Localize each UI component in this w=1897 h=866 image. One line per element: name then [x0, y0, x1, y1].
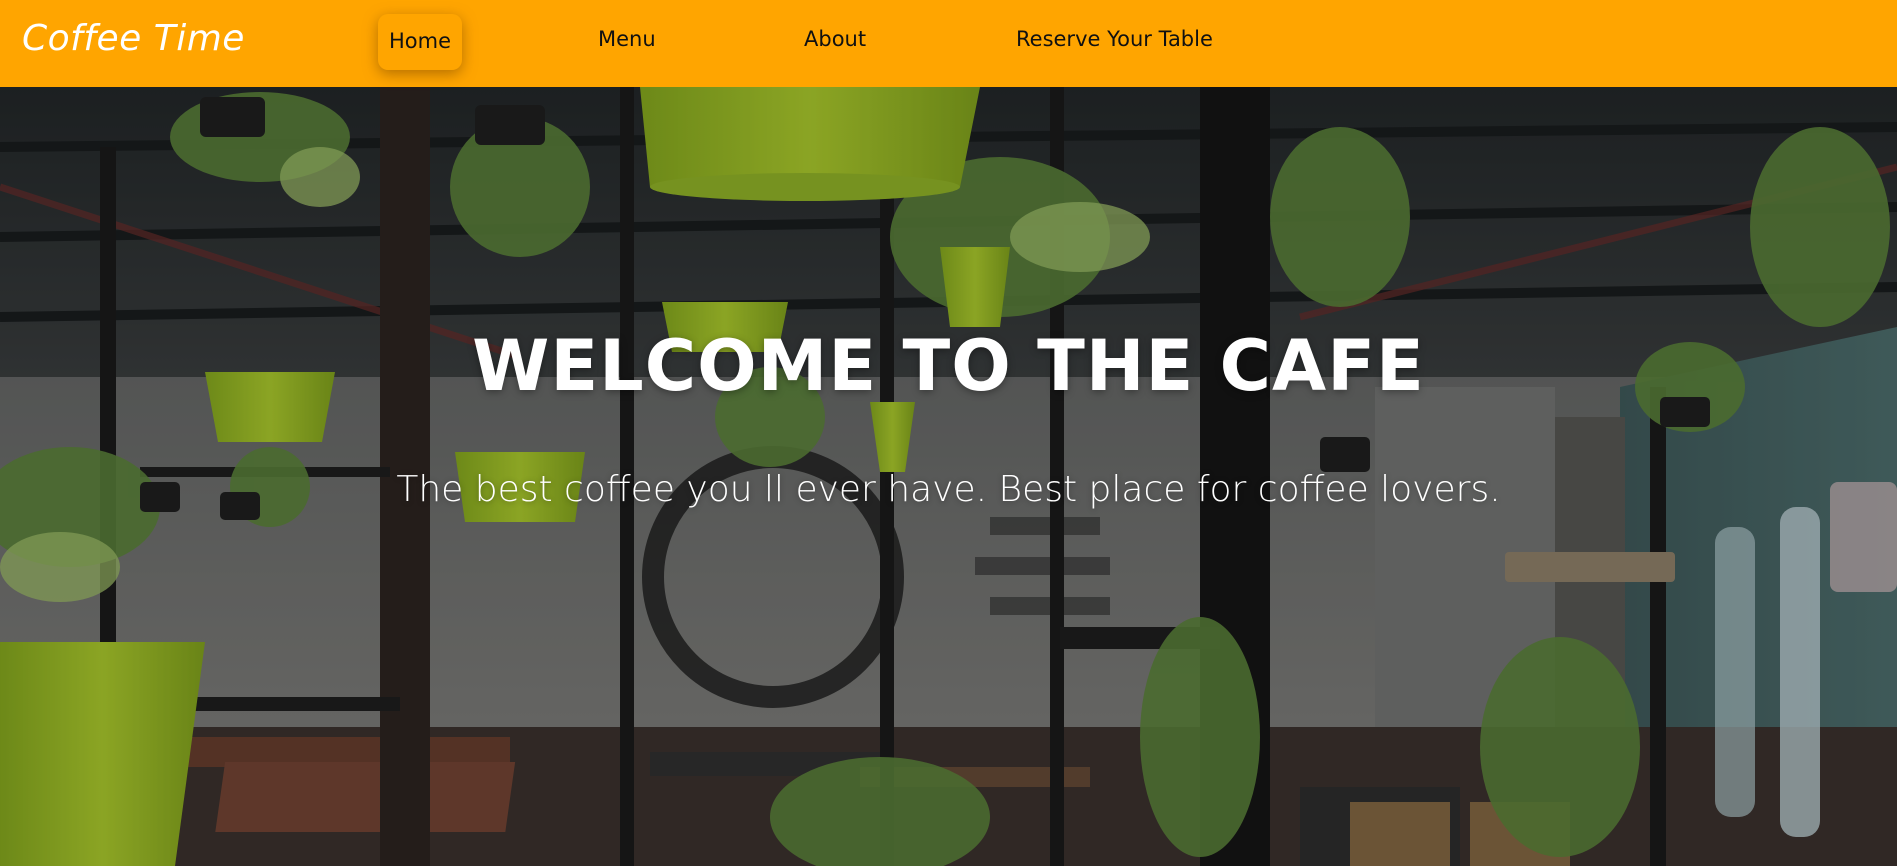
- hero-subtitle: The best coffee you ll ever have. Best p…: [396, 469, 1501, 510]
- nav-link-home[interactable]: Home: [378, 14, 462, 70]
- nav-link-reserve-table[interactable]: Reserve Your Table: [1016, 27, 1213, 51]
- nav-link-about[interactable]: About: [804, 27, 866, 51]
- hero-section: WELCOME TO THE CAFE The best coffee you …: [0, 87, 1897, 866]
- brand-logo[interactable]: Coffee Time: [22, 18, 245, 59]
- hero-title: WELCOME TO THE CAFE: [472, 325, 1425, 407]
- navbar: Coffee Time Home Menu About Reserve Your…: [0, 0, 1897, 87]
- nav-link-menu[interactable]: Menu: [598, 27, 656, 51]
